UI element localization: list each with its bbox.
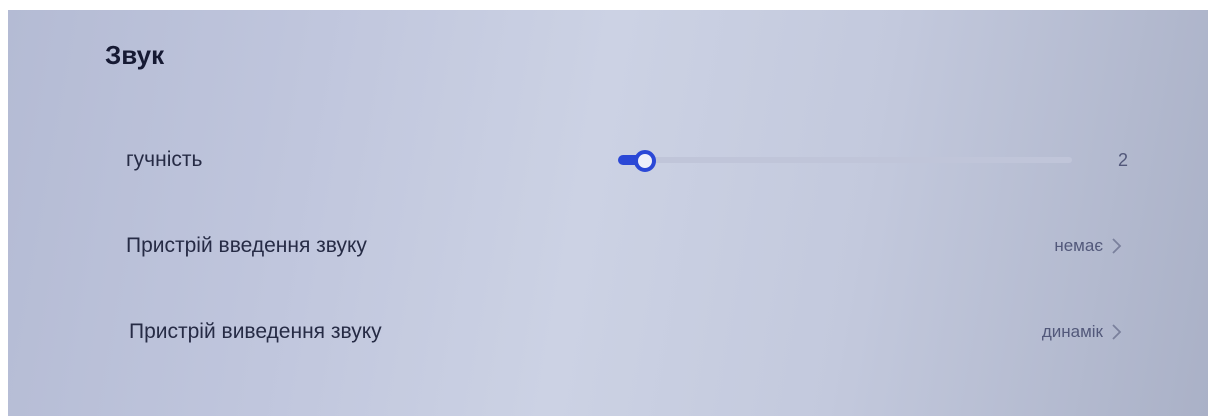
input-device-label: Пристрій введення звуку bbox=[126, 234, 367, 257]
volume-slider-handle[interactable] bbox=[633, 150, 656, 172]
sound-settings-panel: Звук гучність 2 Пристрій введення звуку … bbox=[8, 10, 1208, 416]
volume-value: 2 bbox=[1118, 150, 1129, 170]
section-title: Звук bbox=[105, 40, 165, 70]
output-device-value: динамік bbox=[1041, 322, 1103, 341]
output-device-row[interactable]: Пристрій виведення звуку динамік bbox=[8, 310, 1208, 354]
chevron-right-icon bbox=[1109, 224, 1125, 268]
output-device-label: Пристрій виведення звуку bbox=[129, 320, 382, 343]
input-device-row[interactable]: Пристрій введення звуку немає bbox=[8, 224, 1208, 268]
volume-label: гучність bbox=[126, 148, 203, 171]
chevron-right-icon bbox=[1109, 310, 1125, 354]
input-device-value: немає bbox=[1054, 236, 1103, 255]
volume-slider[interactable] bbox=[616, 150, 1076, 172]
volume-slider-track[interactable] bbox=[626, 157, 1072, 163]
volume-row[interactable]: гучність 2 bbox=[8, 138, 1208, 182]
